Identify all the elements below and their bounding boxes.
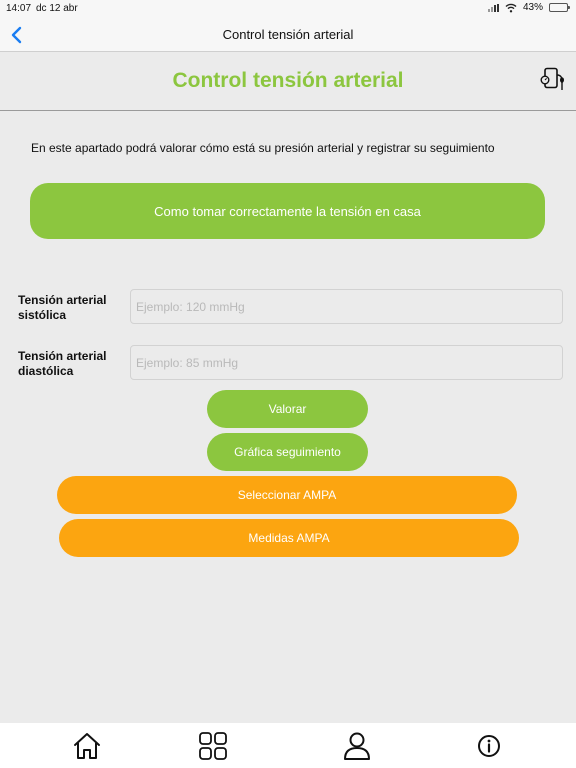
- battery-icon: [549, 3, 570, 12]
- user-icon[interactable]: [342, 731, 372, 761]
- status-date: dc 12 abr: [36, 3, 78, 14]
- wifi-icon: [505, 3, 517, 12]
- how-to-measure-button[interactable]: Como tomar correctamente la tensión en c…: [30, 183, 545, 239]
- home-icon[interactable]: [72, 731, 102, 761]
- blood-pressure-monitor-icon[interactable]: [540, 67, 566, 95]
- systolic-label: Tensión arterial sistólica: [18, 293, 107, 322]
- intro-text: En este apartado podrá valorar cómo está…: [31, 141, 495, 155]
- select-ampa-button[interactable]: Seleccionar AMPA: [57, 476, 517, 514]
- signal-icon: [487, 3, 499, 12]
- status-indicators: 43%: [487, 2, 570, 13]
- ampa-measures-button[interactable]: Medidas AMPA: [59, 519, 519, 557]
- tracking-chart-button[interactable]: Gráfica seguimiento: [207, 433, 368, 471]
- info-icon[interactable]: [474, 731, 504, 761]
- diastolic-input[interactable]: [130, 345, 563, 380]
- systolic-input[interactable]: [130, 289, 563, 324]
- diastolic-label: Tensión arterial diastólica: [18, 349, 107, 378]
- page-header: Control tensión arterial: [0, 53, 576, 111]
- nav-title: Control tensión arterial: [222, 27, 354, 42]
- page-title: Control tensión arterial: [172, 69, 404, 92]
- navigation-bar: Control tensión arterial: [0, 18, 576, 52]
- tab-bar: [0, 723, 576, 768]
- battery-percent: 43%: [522, 2, 543, 13]
- grid-icon[interactable]: [198, 731, 228, 761]
- evaluate-button[interactable]: Valorar: [207, 390, 368, 428]
- status-time: 14:07: [6, 3, 32, 14]
- status-bar: 14:07 dc 12 abr 43%: [0, 0, 576, 18]
